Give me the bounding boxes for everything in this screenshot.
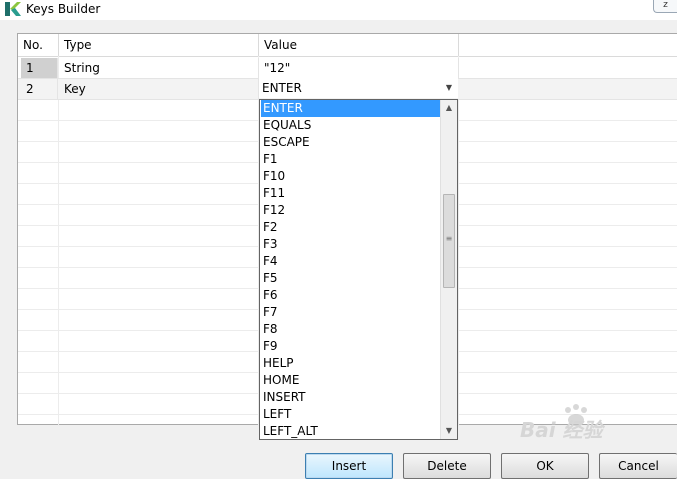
value-cell[interactable]: "12" (259, 58, 459, 78)
dropdown-option[interactable]: LEFT (261, 406, 441, 423)
dropdown-scrollbar[interactable]: ▲ ≡ ▼ (440, 100, 457, 439)
dropdown-option[interactable]: HOME (261, 372, 441, 389)
scroll-up-arrow-icon[interactable]: ▲ (441, 100, 457, 116)
baidu-watermark: Bai 经验 (520, 400, 670, 442)
dropdown-option[interactable]: F8 (261, 321, 441, 338)
column-header-value[interactable]: Value (259, 34, 459, 56)
table-header: No. Type Value (18, 34, 677, 57)
dropdown-option[interactable]: F2 (261, 219, 441, 236)
scroll-down-arrow-icon[interactable]: ▼ (441, 423, 457, 439)
title-bar[interactable]: Keys Builder z (0, 0, 677, 20)
dropdown-option[interactable]: F5 (261, 270, 441, 287)
row-number-cell[interactable]: 1 (21, 58, 58, 78)
dropdown-option[interactable]: F12 (261, 202, 441, 219)
table-row[interactable]: 1 String "12" (18, 58, 677, 79)
column-header-no[interactable]: No. (18, 34, 59, 56)
watermark-text: Bai 经验 (520, 418, 603, 442)
key-value-combo[interactable]: ENTER ▼ (259, 78, 458, 98)
dropdown-option[interactable]: F4 (261, 253, 441, 270)
dropdown-option[interactable]: F3 (261, 236, 441, 253)
type-cell[interactable]: Key (59, 79, 259, 99)
dropdown-option[interactable]: EQUALS (261, 117, 441, 134)
column-header-type[interactable]: Type (59, 34, 259, 56)
type-cell[interactable]: String (59, 58, 259, 78)
dropdown-option[interactable]: INSERT (261, 389, 441, 406)
combo-selected-value: ENTER (262, 81, 302, 95)
cancel-button[interactable]: Cancel (599, 453, 677, 479)
grip-icon: ≡ (445, 234, 453, 243)
scrollbar-thumb[interactable]: ≡ (443, 194, 455, 288)
key-dropdown-list[interactable]: ENTER EQUALS ESCAPE F1 F10 F11 F12 F2 F3… (259, 99, 458, 440)
katalon-logo-icon (5, 2, 21, 16)
dropdown-option[interactable]: F9 (261, 338, 441, 355)
dropdown-option[interactable]: F6 (261, 287, 441, 304)
delete-button[interactable]: Delete (403, 453, 491, 479)
insert-button[interactable]: Insert (305, 453, 393, 479)
dropdown-option[interactable]: F1 (261, 151, 441, 168)
window-title: Keys Builder (26, 2, 101, 16)
row-number-cell[interactable]: 2 (21, 79, 58, 99)
dropdown-option[interactable]: ESCAPE (261, 134, 441, 151)
dropdown-option[interactable]: LEFT_ALT (261, 423, 441, 439)
dropdown-option[interactable]: HELP (261, 355, 441, 372)
dropdown-option[interactable]: F11 (261, 185, 441, 202)
dropdown-arrow-icon[interactable]: ▼ (442, 78, 456, 98)
dropdown-option[interactable]: ENTER (261, 100, 441, 117)
ok-button[interactable]: OK (501, 453, 589, 479)
dropdown-option[interactable]: F10 (261, 168, 441, 185)
dropdown-option[interactable]: F7 (261, 304, 441, 321)
window-corner-button[interactable]: z (653, 0, 677, 13)
